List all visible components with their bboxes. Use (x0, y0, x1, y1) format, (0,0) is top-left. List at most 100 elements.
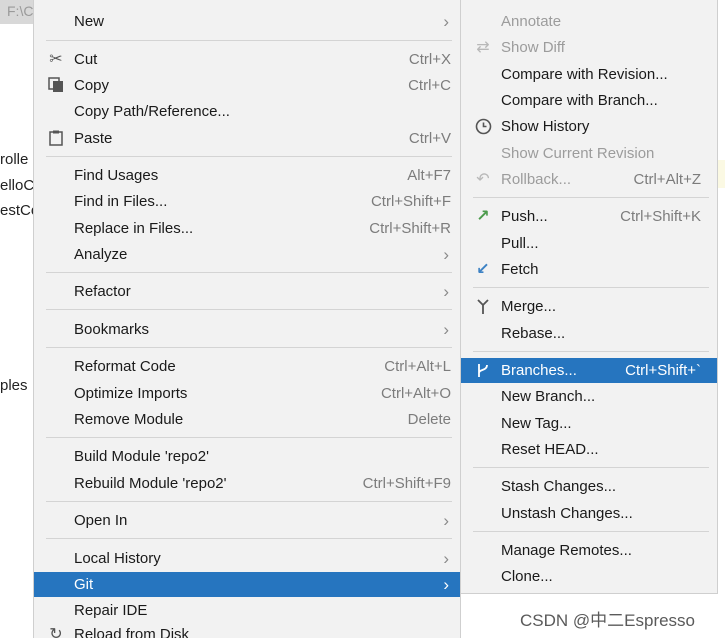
menu-item-analyze[interactable]: Analyze › (34, 242, 460, 267)
menu-item-rebuild-module[interactable]: Rebuild Module 'repo2' Ctrl+Shift+F9 (34, 471, 460, 496)
menu-item-manage-remotes[interactable]: Manage Remotes... (461, 538, 717, 563)
menu-item-cut[interactable]: ✂ Cut Ctrl+X (34, 47, 460, 72)
menu-item-new[interactable]: New › (34, 9, 460, 34)
chevron-right-icon: › (443, 575, 449, 594)
shortcut: Ctrl+Alt+L (384, 358, 451, 375)
menu-item-label: Branches... (501, 362, 577, 379)
menu-item-rebase[interactable]: Rebase... (461, 321, 717, 346)
shortcut: Ctrl+Alt+Z (633, 171, 701, 188)
menu-item-local-history[interactable]: Local History › (34, 546, 460, 571)
menu-separator (46, 501, 452, 502)
menu-item-reset-head[interactable]: Reset HEAD... (461, 437, 717, 462)
menu-item-label: Cut (74, 51, 98, 68)
menu-separator (46, 538, 452, 539)
menu-item-bookmarks[interactable]: Bookmarks › (34, 317, 460, 342)
menu-item-reformat-code[interactable]: Reformat Code Ctrl+Alt+L (34, 354, 460, 379)
menu-item-find-usages[interactable]: Find Usages Alt+F7 (34, 163, 460, 188)
menu-item-label: Copy (74, 77, 110, 94)
menu-item-reload-from-disk[interactable]: ↻ Reload from Disk (34, 622, 460, 638)
menu-item-merge[interactable]: Merge... (461, 294, 717, 319)
menu-item-label: Reset HEAD... (501, 441, 599, 458)
menu-item-label: Find Usages (74, 167, 159, 184)
menu-item-push[interactable]: ↗ Push... Ctrl+Shift+K (461, 204, 717, 229)
shortcut: Ctrl+Shift+F (370, 193, 451, 210)
menu-item-open-in[interactable]: Open In › (34, 508, 460, 533)
menu-item-branches[interactable]: Branches... Ctrl+Shift+` (461, 358, 717, 383)
menu-item-label: Rebase... (501, 325, 566, 342)
merge-icon (474, 298, 492, 316)
shortcut: Ctrl+Alt+O (380, 385, 451, 402)
menu-separator (473, 531, 709, 532)
menu-item-git[interactable]: Git › (34, 572, 460, 597)
menu-item-label: Replace in Files... (74, 220, 194, 237)
menu-item-label: Annotate (501, 13, 562, 30)
branch-icon (474, 362, 492, 380)
menu-item-copy[interactable]: Copy Ctrl+C (34, 73, 460, 98)
shortcut: Ctrl+V (408, 130, 451, 147)
menu-item-stash[interactable]: Stash Changes... (461, 474, 717, 499)
menu-item-label: Analyze (74, 246, 128, 263)
menu-item-label: Remove Module (74, 411, 184, 428)
menu-item-label: Repair IDE (74, 602, 148, 619)
menu-item-label: Clone... (501, 568, 553, 585)
menu-separator (46, 309, 452, 310)
project-tree-item[interactable]: ples (0, 377, 28, 394)
menu-item-optimize-imports[interactable]: Optimize Imports Ctrl+Alt+O (34, 381, 460, 406)
menu-item-label: New (74, 13, 105, 30)
menu-item-compare-revision[interactable]: Compare with Revision... (461, 62, 717, 87)
menu-item-new-tag[interactable]: New Tag... (461, 411, 717, 436)
chevron-right-icon: › (443, 282, 449, 301)
menu-item-label: Copy Path/Reference... (74, 103, 230, 120)
shortcut: Ctrl+X (408, 51, 451, 68)
clipboard-icon (47, 130, 65, 148)
menu-separator (473, 197, 709, 198)
copy-icon (47, 77, 65, 95)
menu-item-remove-module[interactable]: Remove Module Delete (34, 407, 460, 432)
menu-item-label: Rebuild Module 'repo2' (74, 475, 227, 492)
menu-item-show-current-revision[interactable]: Show Current Revision (461, 141, 717, 166)
menu-item-paste[interactable]: Paste Ctrl+V (34, 126, 460, 151)
menu-item-label: Pull... (501, 235, 539, 252)
scissors-icon: ✂ (49, 51, 63, 68)
menu-item-show-history[interactable]: Show History (461, 114, 717, 139)
menu-item-rollback[interactable]: ↶ Rollback... Ctrl+Alt+Z (461, 167, 717, 192)
menu-item-label: Paste (74, 130, 113, 147)
menu-item-repair-ide[interactable]: Repair IDE (34, 598, 460, 623)
menu-item-label: Git (74, 576, 94, 593)
clock-icon (474, 118, 492, 136)
shortcut: Ctrl+C (408, 77, 451, 94)
menu-item-replace-in-files[interactable]: Replace in Files... Ctrl+Shift+R (34, 216, 460, 241)
menu-item-label: Stash Changes... (501, 478, 617, 495)
menu-item-label: Push... (501, 208, 548, 225)
menu-item-fetch[interactable]: ↙ Fetch (461, 257, 717, 282)
menu-item-refactor[interactable]: Refactor › (34, 279, 460, 304)
chevron-right-icon: › (443, 245, 449, 264)
menu-item-label: Unstash Changes... (501, 505, 633, 522)
shortcut: Ctrl+Shift+F9 (362, 475, 451, 492)
menu-item-annotate[interactable]: Annotate (461, 9, 717, 34)
git-submenu: Annotate ⇄ Show Diff Compare with Revisi… (460, 0, 718, 594)
menu-item-label: Build Module 'repo2' (74, 448, 209, 465)
menu-item-unstash[interactable]: Unstash Changes... (461, 501, 717, 526)
menu-item-label: Manage Remotes... (501, 542, 632, 559)
menu-item-label: Bookmarks (74, 321, 150, 338)
push-arrow-icon: ↗ (476, 208, 490, 225)
menu-item-label: Local History (74, 550, 161, 567)
menu-item-new-branch[interactable]: New Branch... (461, 384, 717, 409)
menu-item-label: Show Current Revision (501, 145, 655, 162)
menu-item-clone[interactable]: Clone... (461, 564, 717, 589)
menu-item-show-diff[interactable]: ⇄ Show Diff (461, 35, 717, 60)
menu-item-find-in-files[interactable]: Find in Files... Ctrl+Shift+F (34, 189, 460, 214)
shortcut: Ctrl+Shift+` (625, 362, 701, 379)
context-menu: New › ✂ Cut Ctrl+X Copy Ctrl+C Copy Path… (33, 0, 461, 638)
menu-item-copy-path[interactable]: Copy Path/Reference... (34, 99, 460, 124)
menu-separator (46, 437, 452, 438)
menu-item-label: Compare with Revision... (501, 66, 668, 83)
menu-item-compare-branch[interactable]: Compare with Branch... (461, 88, 717, 113)
project-tree-item[interactable]: elloC (0, 177, 34, 194)
project-tree-item[interactable]: rolle (0, 151, 28, 168)
shortcut: Alt+F7 (407, 167, 451, 184)
menu-item-pull[interactable]: Pull... (461, 231, 717, 256)
menu-item-build-module[interactable]: Build Module 'repo2' (34, 444, 460, 469)
menu-item-label: Find in Files... (74, 193, 168, 210)
